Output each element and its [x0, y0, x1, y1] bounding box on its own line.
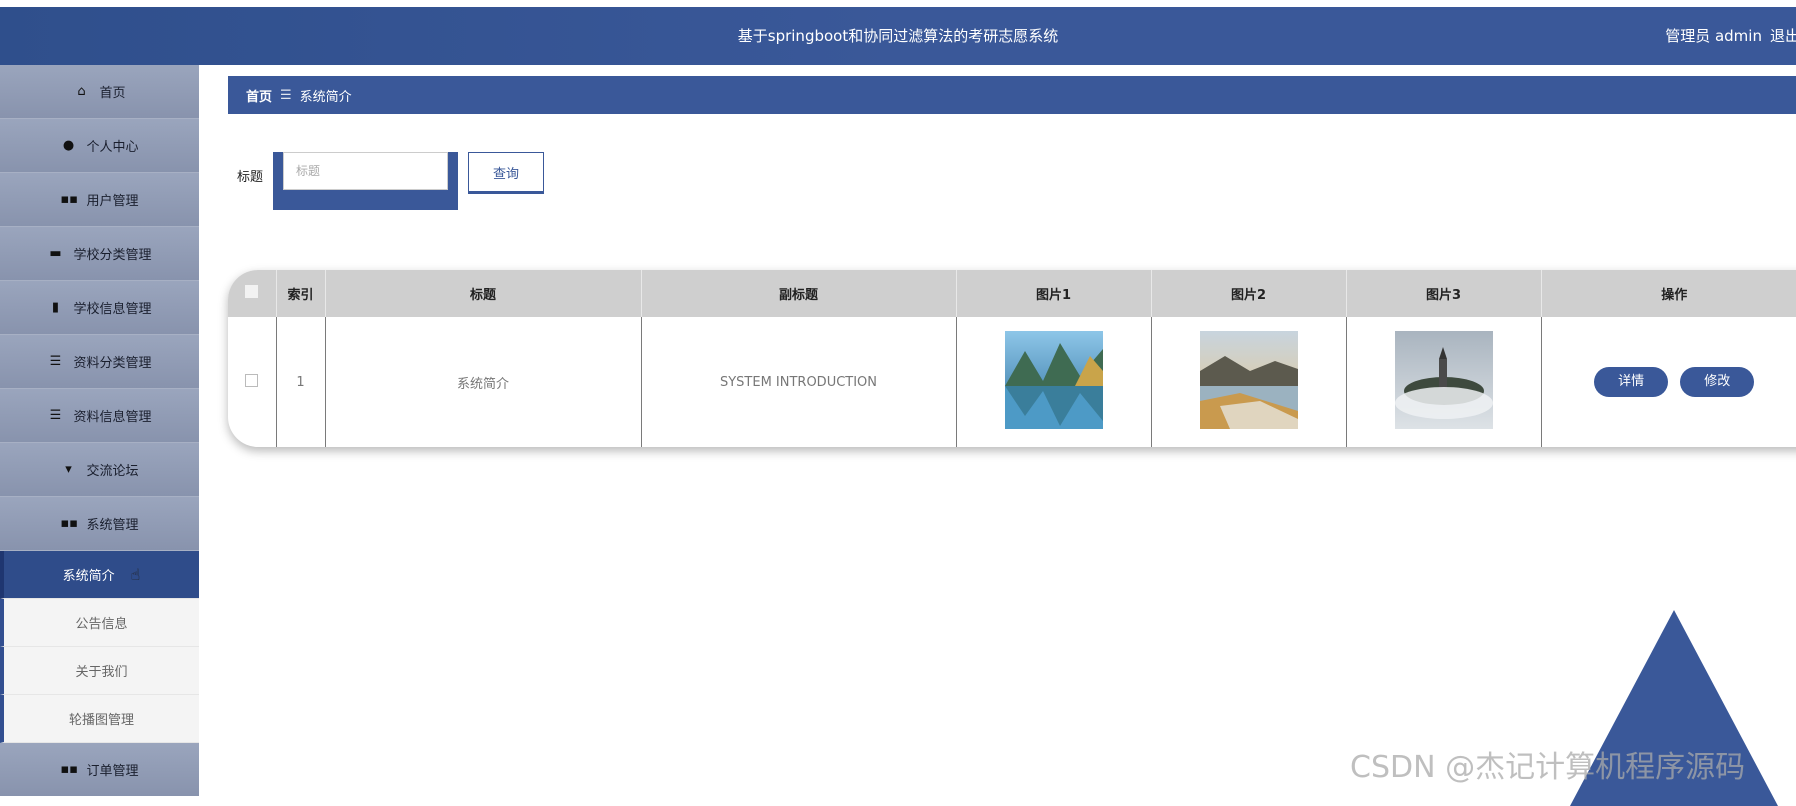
top-header: 基于springboot和协同过滤算法的考研志愿系统 管理员 admin 退出 [0, 7, 1796, 65]
sidebar-subitem-label: 关于我们 [75, 665, 128, 680]
select-all-checkbox[interactable] [245, 285, 259, 298]
list-icon: ☰ [49, 408, 62, 423]
column-header: 图片3 [1346, 270, 1542, 317]
clipboard-icon: ▮ [51, 300, 60, 315]
sidebar-item-material-category[interactable]: ☰ 资料分类管理 [0, 335, 199, 389]
row-select-cell [228, 317, 277, 447]
select-all-cell [228, 270, 277, 317]
title-search-input[interactable] [283, 152, 449, 190]
sidebar-subitem-announcements[interactable]: 公告信息 [0, 599, 199, 647]
sidebar-item-label: 系统管理 [86, 518, 139, 533]
sidebar-item-label: 个人中心 [86, 140, 139, 155]
row-subtitle: SYSTEM INTRODUCTION [641, 317, 957, 447]
table-row: 1 系统简介 SYSTEM INTRODUCTION 详情 修改 [228, 317, 1796, 447]
column-header: 标题 [325, 270, 642, 317]
search-label: 标题 [237, 170, 264, 185]
sidebar-item-label: 交流论坛 [86, 464, 139, 479]
watermark-text: CSDN @杰记计算机程序源码 [1350, 750, 1746, 785]
sidebar-item-user-management[interactable]: ▪▪ 用户管理 [0, 173, 199, 227]
sidebar-item-label: 用户管理 [86, 194, 139, 209]
breadcrumb-home[interactable]: 首页 [246, 86, 272, 105]
data-table: 索引 标题 副标题 图片1 图片2 图片3 操作 1 系统简介 SYSTEM I… [228, 270, 1796, 447]
sidebar-subitem-label: 公告信息 [75, 617, 128, 632]
sidebar-item-order-management[interactable]: ▪▪ 订单管理 [0, 743, 199, 796]
sidebar-subitem-label: 轮播图管理 [68, 713, 134, 728]
search-bar: 标题 查询 [237, 152, 545, 212]
hand-cursor-icon: ☝ [130, 565, 141, 584]
sidebar-item-label: 资料分类管理 [73, 356, 152, 371]
sidebar-subitem-carousel[interactable]: 轮播图管理 [0, 695, 199, 743]
row-title: 系统简介 [325, 317, 642, 447]
home-icon: ⌂ [77, 84, 86, 99]
sidebar-item-label: 学校分类管理 [73, 248, 152, 263]
sidebar-item-material-info[interactable]: ☰ 资料信息管理 [0, 389, 199, 443]
sidebar-item-label: 资料信息管理 [73, 410, 152, 425]
row-image2-cell [1151, 317, 1347, 447]
row-checkbox[interactable] [245, 373, 259, 387]
sidebar-item-label: 首页 [99, 86, 126, 101]
column-header: 图片1 [956, 270, 1152, 317]
row-index: 1 [276, 317, 326, 447]
row-image3-cell [1346, 317, 1542, 447]
ticket-icon: ▬ [49, 246, 62, 261]
breadcrumb-separator-icon: ☰ [280, 87, 292, 103]
edit-button[interactable]: 修改 [1680, 367, 1755, 397]
sidebar-item-system-management[interactable]: ▪▪ 系统管理 [0, 497, 199, 551]
row-actions: 详情 修改 [1541, 317, 1796, 447]
sidebar-item-school-info[interactable]: ▮ 学校信息管理 [0, 281, 199, 335]
grid-icon: ▪▪ [60, 762, 79, 777]
sidebar-item-label: 学校信息管理 [73, 302, 152, 317]
column-header: 索引 [276, 270, 326, 317]
app-title: 基于springboot和协同过滤算法的考研志愿系统 [737, 27, 1059, 45]
forum-icon: ▾ [65, 462, 72, 477]
sidebar-item-personal-center[interactable]: ● 个人中心 [0, 119, 199, 173]
breadcrumb-current: 系统简介 [299, 89, 352, 105]
column-header: 副标题 [641, 270, 957, 317]
sidebar-item-school-category[interactable]: ▬ 学校分类管理 [0, 227, 199, 281]
grid-icon: ▪▪ [60, 192, 79, 207]
person-icon: ● [62, 138, 75, 153]
lake-mountain-image [1004, 331, 1103, 429]
detail-button[interactable]: 详情 [1594, 367, 1669, 397]
sidebar-item-forum[interactable]: ▾ 交流论坛 [0, 443, 199, 497]
sidebar: ⌂ 首页 ● 个人中心 ▪▪ 用户管理 ▬ 学校分类管理 ▮ 学校信息管理 ☰ … [0, 65, 199, 796]
sidebar-subitem-label: 系统简介 [62, 569, 115, 584]
table-header-row: 索引 标题 副标题 图片1 图片2 图片3 操作 [228, 270, 1796, 317]
user-info: 管理员 admin 退出 [1657, 7, 1796, 65]
query-button[interactable]: 查询 [468, 152, 545, 192]
column-header: 操作 [1541, 270, 1796, 317]
column-header: 图片2 [1151, 270, 1347, 317]
breadcrumb: 首页 ☰ 系统简介 [228, 76, 1796, 114]
sidebar-item-label: 订单管理 [86, 764, 139, 779]
sidebar-subitem-about-us[interactable]: 关于我们 [0, 647, 199, 695]
coast-sunset-image [1199, 331, 1298, 429]
sidebar-subitem-system-intro[interactable]: 系统简介 ☝ [0, 551, 199, 599]
admin-label: 管理员 admin [1665, 27, 1762, 45]
grid-icon: ▪▪ [60, 516, 79, 531]
row-image1-cell [956, 317, 1152, 447]
list-icon: ☰ [49, 354, 62, 369]
search-input-wrapper [273, 152, 459, 210]
island-castle-image [1394, 331, 1493, 429]
logout-link[interactable]: 退出 [1770, 27, 1796, 45]
sidebar-item-home[interactable]: ⌂ 首页 [0, 65, 199, 119]
